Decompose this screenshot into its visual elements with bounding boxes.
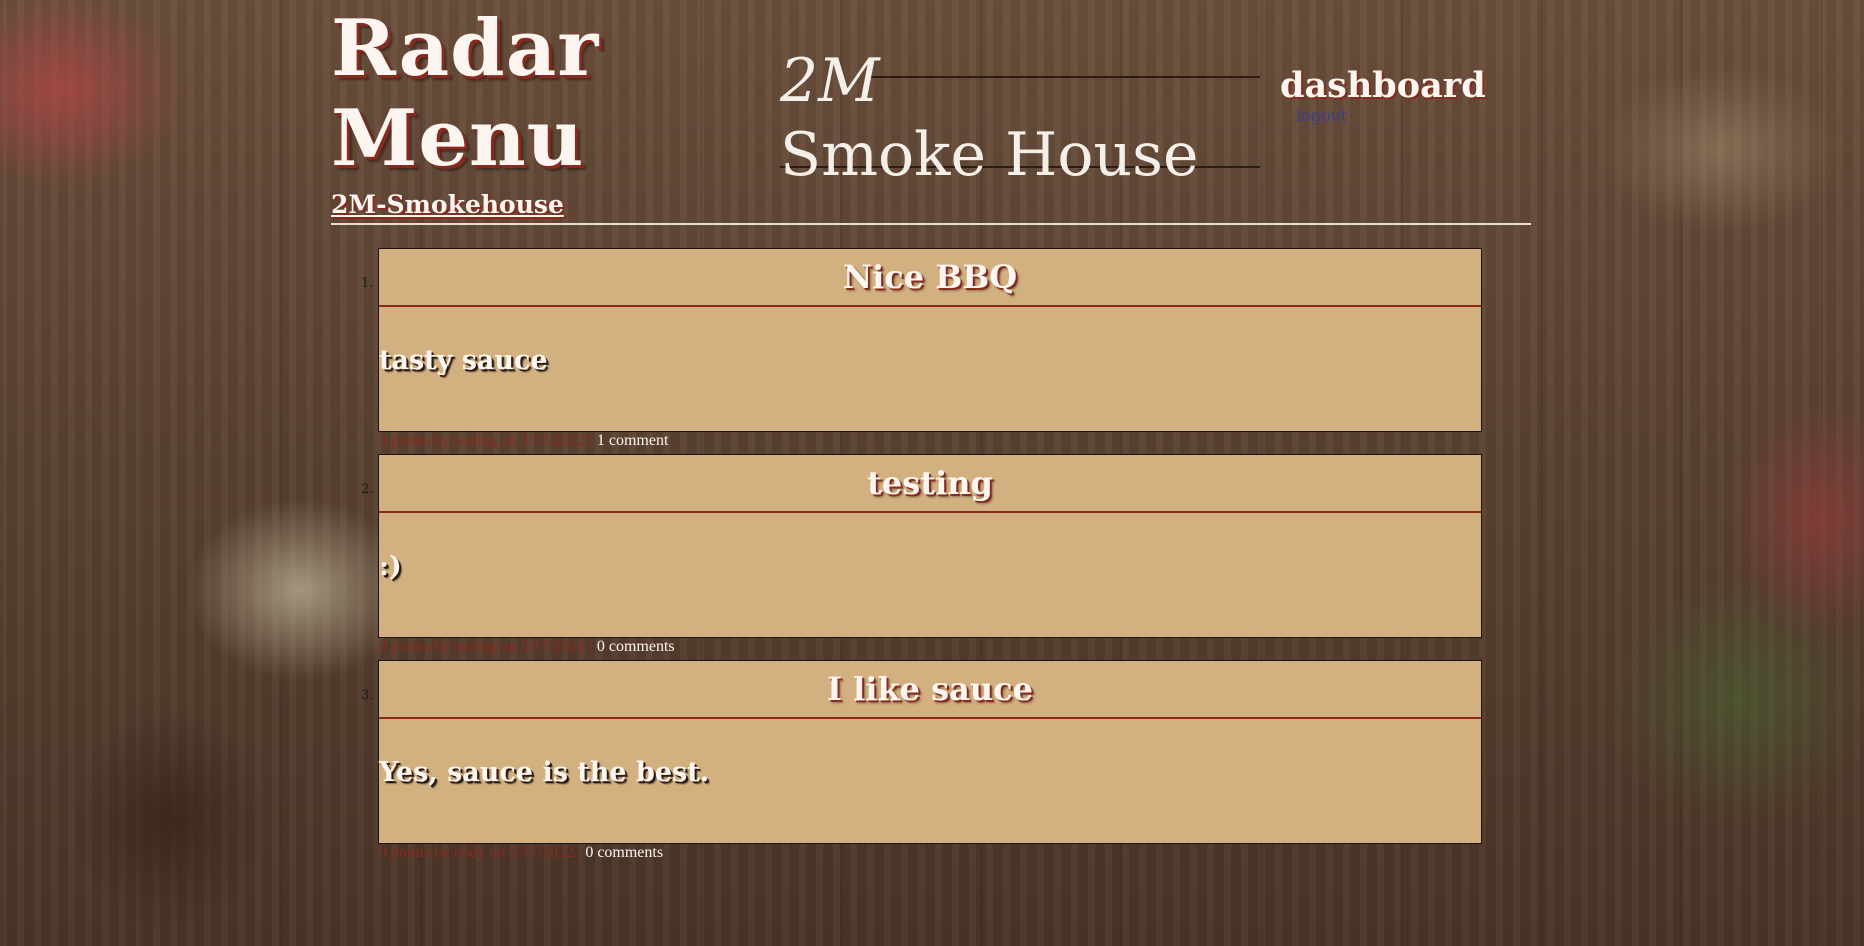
post-card: 2. testing :) 0 points by testing on 5/1… — [361, 454, 1482, 655]
post-body: :) 0 points by testing on 5/17/2022 | 0 … — [379, 513, 1481, 655]
post-body: Yes, sauce is the best. 0 points by cody… — [379, 719, 1481, 861]
restaurant-logo: 2M Smoke House — [780, 46, 1260, 190]
logout-link[interactable]: logout — [1296, 106, 1480, 125]
post-text: Yes, sauce is the best. — [379, 757, 710, 788]
post-number: 3. — [361, 688, 374, 703]
post-number: 1. — [361, 276, 374, 291]
site-title-line-1: Radar — [331, 3, 600, 94]
brand: Radar Menu 2M-Smokehouse — [331, 4, 651, 220]
post-meta-info: 0 points by testing on 5/17/2022 | — [379, 638, 597, 655]
post-body: tasty sauce 3 points by testing on 5/17/… — [379, 307, 1481, 449]
post-meta-info: 0 points by cody on 5/17/2022 | — [379, 844, 586, 861]
post-meta: 3 points by testing on 5/17/2022 | 1 com… — [379, 432, 668, 450]
user-nav: dashboard logout — [1280, 66, 1486, 126]
site-title-line-2: Menu — [331, 93, 585, 184]
post-card: 3. I like sauce Yes, sauce is the best. … — [361, 660, 1482, 861]
post-title[interactable]: I like sauce — [379, 661, 1481, 719]
dashboard-link[interactable]: dashboard — [1280, 66, 1486, 106]
comments-link[interactable]: 0 comments — [585, 844, 663, 861]
post-meta-info: 3 points by testing on 5/17/2022 | — [379, 432, 597, 449]
post-card: 1. Nice BBQ tasty sauce 3 points by test… — [361, 248, 1482, 449]
restaurant-link[interactable]: 2M-Smokehouse — [331, 190, 564, 219]
post-list: 1. Nice BBQ tasty sauce 3 points by test… — [361, 248, 1482, 866]
site-title: Radar Menu — [331, 4, 651, 184]
logo-name: Smoke House — [780, 120, 1199, 190]
post-title[interactable]: testing — [379, 455, 1481, 513]
comments-link[interactable]: 0 comments — [597, 638, 675, 655]
logo-rule-top — [868, 76, 1260, 78]
post-text: :) — [379, 551, 402, 582]
comments-link[interactable]: 1 comment — [597, 432, 669, 449]
post-meta: 0 points by testing on 5/17/2022 | 0 com… — [379, 638, 675, 656]
header-divider — [331, 223, 1531, 225]
post-meta: 0 points by cody on 5/17/2022 | 0 commen… — [379, 844, 663, 862]
logo-monogram: 2M — [780, 46, 880, 116]
post-title[interactable]: Nice BBQ — [379, 249, 1481, 307]
post-number: 2. — [361, 482, 374, 497]
post-text: tasty sauce — [379, 345, 548, 376]
